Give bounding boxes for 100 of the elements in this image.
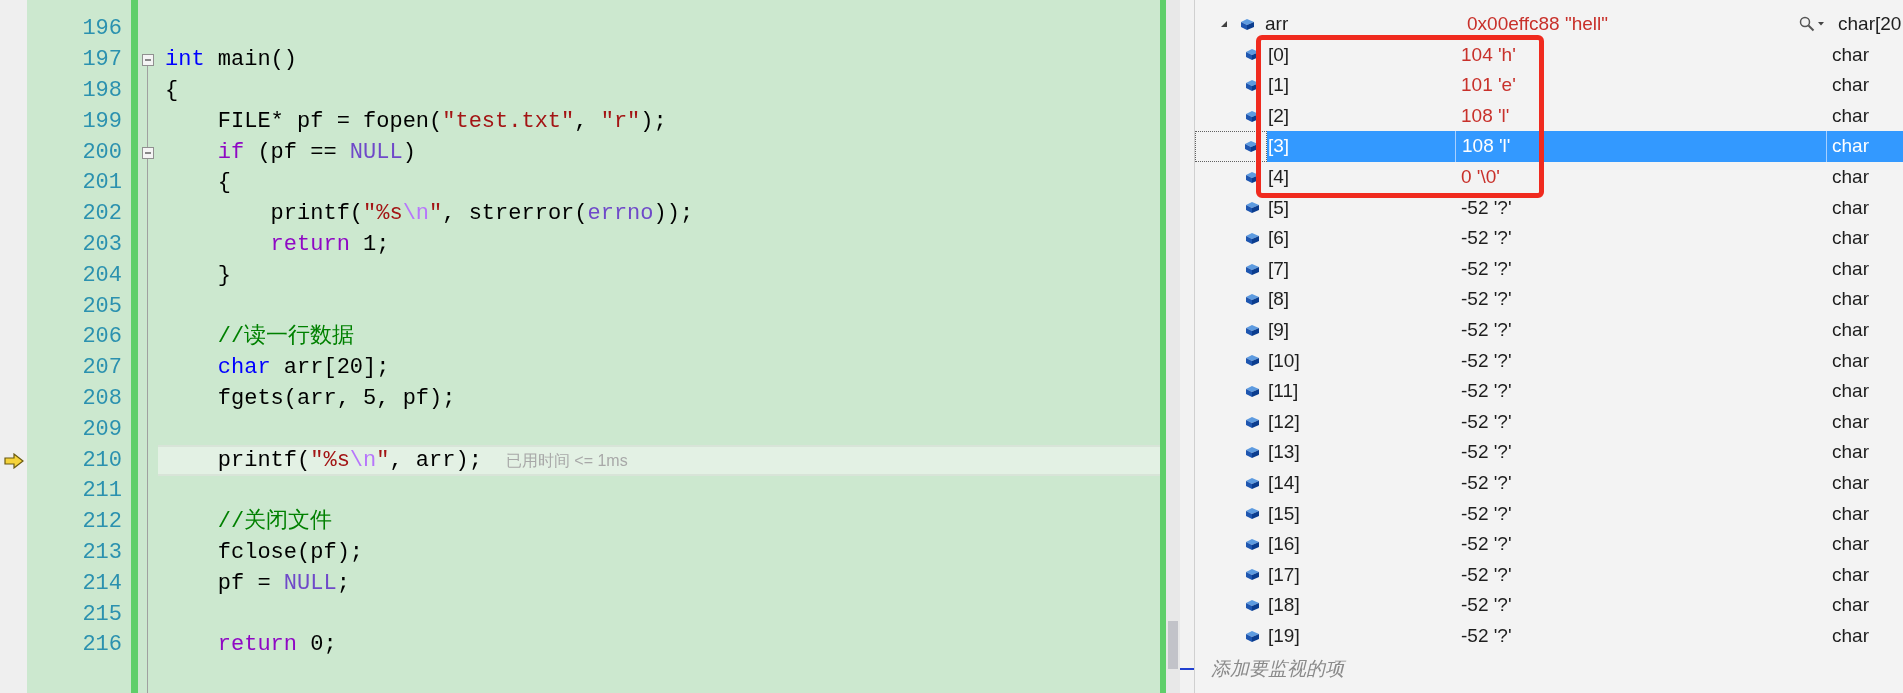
line-number: 207 <box>82 357 122 380</box>
variable-value: 104 'h' <box>1461 42 1516 67</box>
variable-name: [6] <box>1268 226 1290 251</box>
variable-type: char <box>1832 287 1869 312</box>
scrollbar[interactable] <box>1166 0 1180 693</box>
variable-type: char <box>1832 501 1869 526</box>
code-line: printf("%s\n", arr); <box>216 449 482 472</box>
variable-icon <box>1245 568 1260 582</box>
line-number: 213 <box>82 541 122 564</box>
search-icon[interactable] <box>1799 16 1825 33</box>
code-line: FILE* pf = fopen("test.txt", "r"); <box>216 110 667 133</box>
line-number: 198 <box>82 80 122 102</box>
line-number: 202 <box>82 203 122 226</box>
variable-type: char <box>1832 470 1869 495</box>
variable-icon <box>1245 384 1260 398</box>
variable-icon <box>1240 17 1255 31</box>
variable-name: [10] <box>1268 348 1300 373</box>
variable-name: arr <box>1265 12 1289 37</box>
variable-icon <box>1244 140 1259 154</box>
variable-type: char <box>1832 195 1869 220</box>
line-number: 216 <box>82 634 122 657</box>
variable-value: -52 '?' <box>1461 562 1512 587</box>
elapsed-time-hint: 已用时间 <= 1ms <box>505 450 628 471</box>
variable-icon <box>1245 262 1260 276</box>
line-number: 205 <box>82 295 122 318</box>
line-number: 200 <box>82 141 122 164</box>
variable-value: -52 '?' <box>1461 287 1512 312</box>
variable-type: char <box>1832 623 1869 648</box>
variable-value: -52 '?' <box>1461 195 1512 220</box>
variable-type: char <box>1832 409 1869 434</box>
code-line: int main() <box>165 49 298 72</box>
line-number: 208 <box>82 387 122 410</box>
scrollbar-thumb[interactable] <box>1168 621 1178 669</box>
code-line: { <box>216 172 231 195</box>
variable-name: [13] <box>1268 440 1300 465</box>
code-editor[interactable] <box>0 0 1160 693</box>
variable-name: [3] <box>1268 134 1290 159</box>
variable-name: [12] <box>1268 409 1300 434</box>
variable-type: char <box>1832 440 1869 465</box>
variable-type: char <box>1832 348 1869 373</box>
variable-type: char <box>1832 42 1869 67</box>
line-number: 209 <box>82 418 122 441</box>
variable-value: -52 '?' <box>1461 348 1512 373</box>
code-line: char arr[20]; <box>216 357 390 380</box>
variable-icon <box>1245 476 1260 490</box>
variable-name: [14] <box>1268 470 1300 495</box>
code-line: return 0; <box>216 634 337 657</box>
variable-name: [19] <box>1268 623 1300 648</box>
code-line: pf = NULL; <box>216 572 350 595</box>
variable-icon <box>1245 354 1260 368</box>
variable-name: [18] <box>1268 593 1300 618</box>
collapse-icon[interactable] <box>142 146 154 159</box>
line-number: 204 <box>82 264 122 287</box>
variable-icon <box>1245 629 1260 643</box>
variable-value: -52 '?' <box>1461 318 1512 342</box>
variable-type: char <box>1832 379 1869 404</box>
variable-type: char <box>1832 532 1869 557</box>
variable-value: 108 'l' <box>1461 103 1510 128</box>
variable-value: -52 '?' <box>1461 532 1512 557</box>
code-line: printf("%s\n", strerror(errno)); <box>269 203 694 226</box>
variable-value: -52 '?' <box>1461 409 1512 434</box>
variable-type: char <box>1832 103 1869 128</box>
variable-icon <box>1245 323 1260 337</box>
code-line: if (pf == NULL) <box>216 141 416 164</box>
variable-value: -52 '?' <box>1461 593 1512 618</box>
variable-name: [5] <box>1268 195 1290 220</box>
variable-icon <box>1245 293 1260 307</box>
line-number: 212 <box>82 511 122 534</box>
variable-name: [2] <box>1268 103 1290 128</box>
variable-name: [0] <box>1268 42 1290 67</box>
variable-type: char <box>1832 226 1869 251</box>
variable-value: -52 '?' <box>1461 501 1512 526</box>
variable-value: 108 'l' <box>1462 134 1511 159</box>
line-number: 215 <box>82 603 122 626</box>
line-number: 211 <box>82 480 122 503</box>
variable-value: 101 'e' <box>1461 73 1516 98</box>
variable-value: -52 '?' <box>1461 470 1512 495</box>
selected-row-highlight[interactable]: [3] 108 'l' char <box>1267 131 1903 162</box>
collapse-icon[interactable] <box>142 54 154 67</box>
variable-value: -52 '?' <box>1461 226 1512 251</box>
variable-type: char <box>1832 318 1869 342</box>
variable-value: -52 '?' <box>1461 256 1512 281</box>
variable-icon <box>1245 507 1260 521</box>
splitter-mark <box>1180 668 1194 670</box>
variable-value: -52 '?' <box>1461 379 1512 404</box>
line-number: 201 <box>82 172 122 195</box>
variable-name: [11] <box>1268 379 1299 404</box>
variable-type: char <box>1832 165 1869 189</box>
variable-icon <box>1245 201 1260 215</box>
line-number: 196 <box>82 18 122 41</box>
variable-value: 0x00effc88 "hell" <box>1467 12 1608 37</box>
variable-name: [17] <box>1268 562 1300 587</box>
variable-icon <box>1245 599 1260 613</box>
variable-name: [1] <box>1268 73 1290 98</box>
add-watch-placeholder[interactable]: 添加要监视的项 <box>1211 658 1344 680</box>
line-number: 206 <box>82 326 122 349</box>
line-number: 203 <box>82 233 122 256</box>
expanded-triangle-icon[interactable] <box>1220 20 1228 29</box>
variable-value: 0 '\0' <box>1461 165 1500 189</box>
variable-name: [9] <box>1268 318 1290 342</box>
